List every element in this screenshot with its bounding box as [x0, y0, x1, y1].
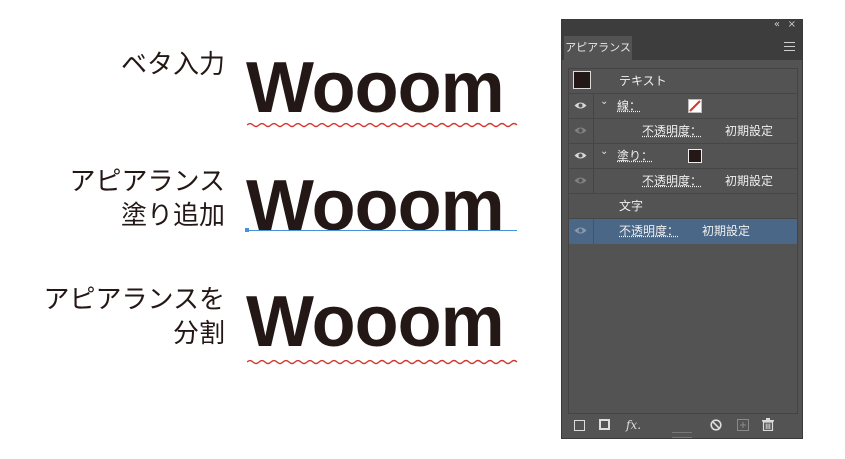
opacity-label[interactable]: 不透明度： — [619, 219, 679, 243]
clear-appearance-icon[interactable] — [710, 419, 722, 431]
example-3-label-line-2: 分割 — [172, 319, 225, 349]
panel-footer: fx. — [562, 412, 802, 438]
row-fill[interactable]: ⌄ 塗り： — [569, 144, 797, 169]
row-fill-opacity[interactable]: 不透明度： 初期設定 — [569, 169, 797, 194]
fill-opacity-label[interactable]: 不透明度： — [642, 169, 702, 193]
spellcheck-squiggle-3 — [247, 359, 518, 365]
example-3-label: アピアランスを 分割 — [44, 283, 225, 351]
panel-menu-icon[interactable] — [784, 42, 795, 54]
duplicate-item-icon[interactable] — [737, 419, 749, 431]
fx-icon[interactable]: fx. — [626, 418, 641, 432]
example-1-label-line-1: ベタ入力 — [120, 50, 225, 80]
eye-icon[interactable] — [574, 101, 587, 110]
row-stroke-opacity[interactable]: 不透明度： 初期設定 — [569, 119, 797, 144]
collapse-icon[interactable]: « — [774, 19, 780, 30]
stroke-label[interactable]: 線： — [617, 94, 641, 118]
panel-title-strip: « × — [562, 19, 802, 34]
spellcheck-squiggle-1 — [247, 122, 518, 128]
row-text-label: テキスト — [619, 74, 667, 88]
row-characters[interactable]: 文字 — [569, 194, 797, 219]
row-opacity[interactable]: 不透明度： 初期設定 — [569, 219, 797, 244]
fill-label[interactable]: 塗り： — [617, 144, 653, 168]
example-2-word: Wooom — [246, 166, 505, 246]
example-3-word: Wooom — [246, 282, 505, 362]
fill-opacity-value: 初期設定 — [725, 174, 774, 188]
close-icon[interactable]: × — [788, 19, 796, 30]
baseline-selection-line — [247, 230, 517, 231]
example-2-label-line-1: アピアランス — [69, 167, 225, 197]
row-text[interactable]: テキスト — [569, 69, 797, 94]
example-1-word: Wooom — [246, 48, 505, 128]
fill-black-swatch[interactable] — [688, 149, 702, 163]
resize-grip[interactable] — [672, 432, 692, 438]
eye-icon[interactable] — [574, 151, 587, 160]
stroke-none-swatch[interactable] — [688, 99, 702, 113]
trash-icon[interactable] — [762, 418, 774, 431]
row-stroke[interactable]: ⌄ 線： — [569, 94, 797, 119]
example-3-label-line-1: アピアランスを — [43, 285, 225, 315]
eye-icon[interactable] — [574, 176, 587, 185]
appearance-list: テキスト ⌄ 線： 不透明度： 初期設定 ⌄ 塗り： 不透明度： 初期設定 文字… — [568, 68, 798, 414]
add-new-fill-icon[interactable] — [599, 419, 610, 430]
opacity-value: 初期設定 — [702, 224, 751, 238]
tab-appearance[interactable]: アピアランス — [564, 36, 632, 60]
appearance-panel: « × アピアランス テキスト ⌄ 線： 不透明度： 初期設定 ⌄ 塗り： 不透… — [561, 19, 803, 439]
example-1-label: ベタ入力 — [121, 48, 225, 82]
chevron-down-icon[interactable]: ⌄ — [600, 96, 608, 107]
text-thumbnail — [573, 71, 591, 89]
example-2-label-line-2: 塗り追加 — [120, 201, 225, 231]
anchor-point[interactable] — [245, 228, 249, 232]
eye-icon[interactable] — [574, 126, 587, 135]
stroke-opacity-label[interactable]: 不透明度： — [642, 119, 702, 143]
example-2-label: アピアランス 塗り追加 — [70, 165, 225, 233]
chevron-down-icon[interactable]: ⌄ — [600, 146, 608, 157]
stroke-opacity-value: 初期設定 — [725, 124, 774, 138]
add-new-stroke-icon[interactable] — [574, 420, 585, 431]
panel-tab-bar: アピアランス — [562, 34, 802, 60]
eye-icon[interactable] — [574, 226, 587, 235]
characters-label: 文字 — [619, 199, 644, 213]
